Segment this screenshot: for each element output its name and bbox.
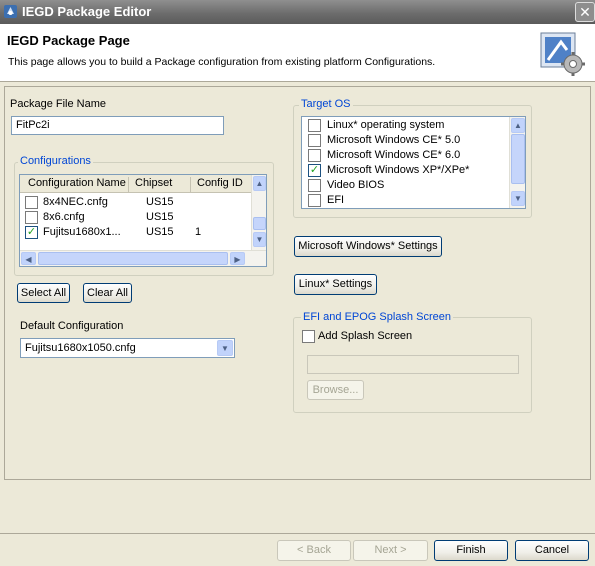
title-bar: IEGD Package Editor ✕ bbox=[0, 0, 595, 24]
target-os-group-label: Target OS bbox=[299, 98, 353, 110]
scroll-left-icon[interactable]: ◀ bbox=[21, 252, 36, 265]
page-description: This page allows you to build a Package … bbox=[8, 56, 436, 68]
splash-checkbox[interactable] bbox=[302, 330, 315, 343]
config-name: 8x4NEC.cnfg bbox=[43, 196, 108, 208]
column-header-name[interactable]: Configuration Name bbox=[22, 177, 128, 192]
dropdown-arrow-icon[interactable]: ▼ bbox=[217, 340, 233, 356]
os-checkbox[interactable] bbox=[308, 194, 321, 207]
clear-all-button[interactable]: Clear All bbox=[83, 283, 132, 303]
close-icon[interactable]: ✕ bbox=[575, 2, 595, 22]
os-checkbox[interactable] bbox=[308, 149, 321, 162]
table-row[interactable]: ✓ Fujitsu1680x1... US15 1 bbox=[20, 225, 252, 240]
table-vertical-scrollbar[interactable]: ▲ ▼ bbox=[251, 175, 266, 250]
os-label: Microsoft Windows XP*/XPe* bbox=[327, 164, 470, 176]
default-config-label: Default Configuration bbox=[20, 320, 124, 332]
chipset: US15 bbox=[146, 196, 174, 208]
chipset: US15 bbox=[146, 211, 174, 223]
os-label: Microsoft Windows CE* 5.0 bbox=[327, 134, 461, 146]
content-panel: Package File Name FitPc2i Configurations… bbox=[4, 86, 591, 480]
select-all-button[interactable]: Select All bbox=[17, 283, 70, 303]
config-name: 8x6.cnfg bbox=[43, 211, 85, 223]
scroll-thumb[interactable] bbox=[511, 134, 525, 184]
os-label: EFI bbox=[327, 194, 345, 206]
browse-button[interactable]: Browse... bbox=[307, 380, 364, 400]
table-row[interactable]: 8x6.cnfg US15 bbox=[20, 210, 252, 225]
os-checkbox[interactable] bbox=[308, 134, 321, 147]
default-config-value: Fujitsu1680x1050.cnfg bbox=[25, 342, 136, 354]
column-header-chipset[interactable]: Chipset bbox=[128, 177, 188, 192]
row-checkbox[interactable] bbox=[25, 196, 38, 209]
wizard-header: IEGD Package Page This page allows you t… bbox=[0, 24, 595, 82]
next-button[interactable]: Next > bbox=[353, 540, 428, 561]
os-label: Linux* operating system bbox=[327, 119, 445, 131]
os-list-scrollbar[interactable]: ▲ ▼ bbox=[509, 117, 525, 208]
table-header: Configuration Name Chipset Config ID bbox=[20, 175, 252, 193]
splash-path-input[interactable] bbox=[307, 355, 519, 374]
splash-group-label: EFI and EPOG Splash Screen bbox=[301, 311, 453, 323]
splash-checkbox-label: Add Splash Screen bbox=[318, 330, 413, 342]
windows-settings-button[interactable]: Microsoft Windows* Settings bbox=[294, 236, 442, 257]
back-button[interactable]: < Back bbox=[277, 540, 351, 561]
app-icon bbox=[3, 4, 18, 19]
os-label: Video BIOS bbox=[327, 179, 385, 191]
package-file-input[interactable]: FitPc2i bbox=[11, 116, 224, 135]
bottom-separator bbox=[0, 533, 595, 534]
table-horizontal-scrollbar[interactable]: ◀ ▶ bbox=[20, 250, 266, 266]
column-header-config-id[interactable]: Config ID bbox=[190, 177, 252, 192]
check-icon[interactable]: ✓ bbox=[308, 164, 321, 177]
os-checkbox[interactable] bbox=[308, 179, 321, 192]
cancel-button[interactable]: Cancel bbox=[515, 540, 589, 561]
configurations-group-label: Configurations bbox=[18, 155, 93, 167]
page-title: IEGD Package Page bbox=[7, 33, 130, 48]
scroll-up-icon[interactable]: ▲ bbox=[253, 176, 266, 191]
finish-button[interactable]: Finish bbox=[434, 540, 508, 561]
scroll-thumb[interactable] bbox=[253, 217, 266, 230]
chipset: US15 bbox=[146, 226, 174, 238]
window-title: IEGD Package Editor bbox=[22, 4, 152, 19]
linux-settings-button[interactable]: Linux* Settings bbox=[294, 274, 377, 295]
os-checkbox[interactable] bbox=[308, 119, 321, 132]
package-file-label: Package File Name bbox=[10, 98, 106, 110]
scroll-up-icon[interactable]: ▲ bbox=[511, 118, 525, 133]
config-name: Fujitsu1680x1... bbox=[43, 226, 121, 238]
scroll-down-icon[interactable]: ▼ bbox=[511, 191, 525, 206]
default-config-select[interactable]: Fujitsu1680x1050.cnfg ▼ bbox=[20, 338, 235, 358]
scroll-thumb-horizontal[interactable] bbox=[38, 252, 228, 265]
configurations-table[interactable]: Configuration Name Chipset Config ID 8x4… bbox=[19, 174, 267, 267]
config-id: 1 bbox=[195, 226, 202, 238]
table-row[interactable]: 8x4NEC.cnfg US15 bbox=[20, 195, 252, 210]
target-os-list[interactable]: Linux* operating system Microsoft Window… bbox=[301, 116, 526, 209]
os-label: Microsoft Windows CE* 6.0 bbox=[327, 149, 461, 161]
wizard-banner-icon bbox=[539, 30, 587, 78]
scroll-down-icon[interactable]: ▼ bbox=[253, 232, 266, 247]
scroll-right-icon[interactable]: ▶ bbox=[230, 252, 245, 265]
row-checkbox[interactable] bbox=[25, 211, 38, 224]
check-icon[interactable]: ✓ bbox=[25, 226, 38, 239]
